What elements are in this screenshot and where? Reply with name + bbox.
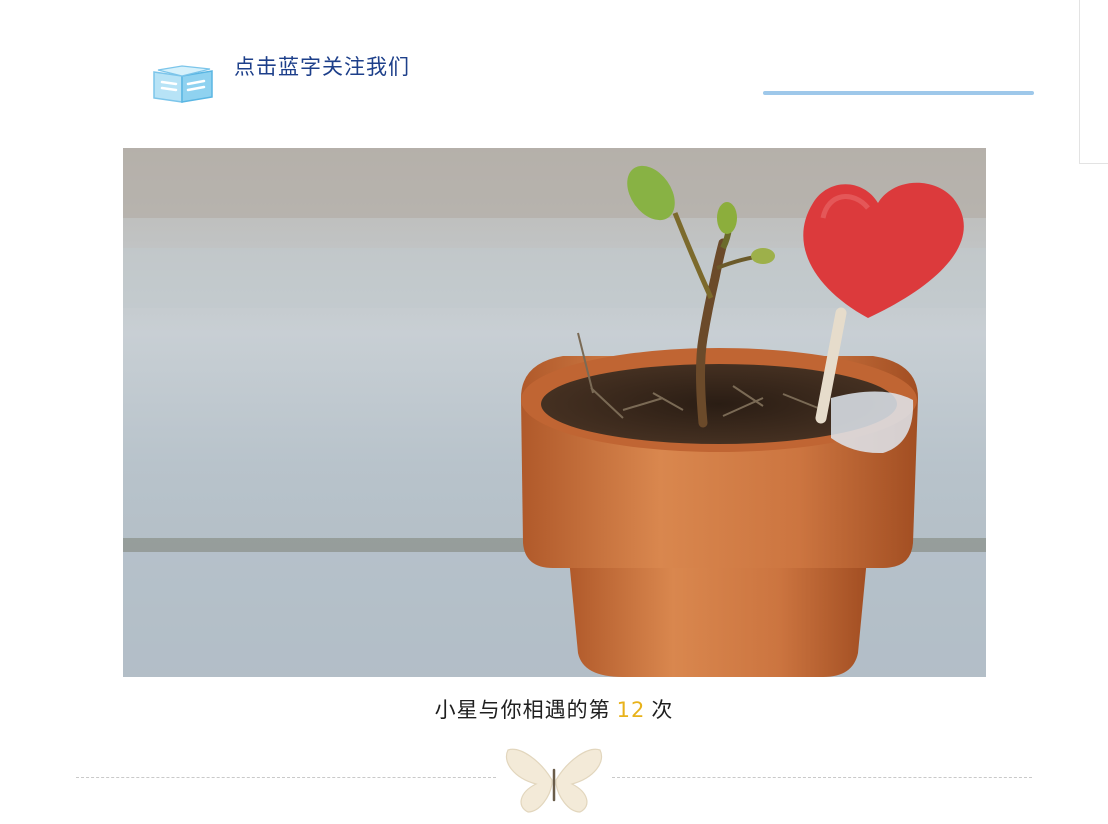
follow-us-link[interactable]: 点击蓝字关注我们 — [234, 51, 410, 81]
article-page: 点击蓝字关注我们 小星与你相遇的第 12 次 — [0, 0, 1108, 824]
caption: 小星与你相遇的第 12 次 — [0, 694, 1108, 724]
divider-line-left — [76, 777, 496, 778]
book-icon — [153, 65, 213, 103]
divider-line-right — [612, 777, 1032, 778]
visit-count: 12 — [616, 698, 646, 722]
photo-illustration — [123, 148, 986, 677]
header-accent-line — [763, 91, 1034, 95]
caption-prefix: 小星与你相遇的第 — [434, 698, 611, 722]
follow-header: 点击蓝字关注我们 — [148, 44, 1048, 114]
caption-suffix: 次 — [651, 698, 674, 722]
butterfly-icon — [505, 748, 603, 813]
potted-plant-photo — [123, 148, 986, 677]
scroll-edge — [1079, 0, 1108, 164]
